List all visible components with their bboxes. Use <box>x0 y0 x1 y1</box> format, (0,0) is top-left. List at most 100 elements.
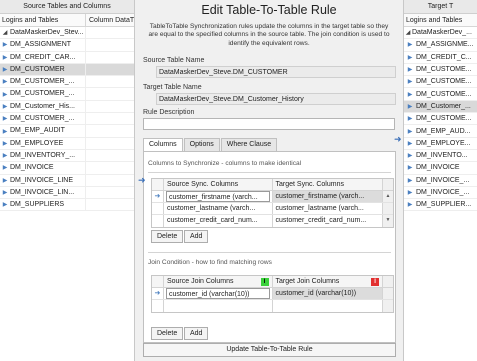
sync-source-cell[interactable]: customer_firstname (varch... <box>164 191 273 202</box>
expand-icon[interactable]: ▶ <box>404 152 416 159</box>
expand-icon[interactable]: ▶ <box>0 103 10 110</box>
target-key-icon[interactable]: I <box>371 278 380 286</box>
source-table-item[interactable]: ▶ DM_INVENTORY_... <box>0 149 134 163</box>
source-key-icon[interactable]: I <box>260 278 269 286</box>
expand-icon[interactable]: ▶ <box>404 177 416 184</box>
expand-icon[interactable]: ▶ <box>404 66 416 73</box>
expand-icon[interactable]: ▶ <box>404 41 416 48</box>
source-tree-root[interactable]: ◢ DataMaskerDev_Stev... <box>0 27 134 40</box>
target-table-item[interactable]: ▶ DM_INVOICE_... <box>404 175 477 187</box>
scrollbar-track[interactable] <box>383 179 393 190</box>
expand-icon[interactable]: ▶ <box>0 201 10 208</box>
expand-icon[interactable]: ▶ <box>404 78 416 85</box>
source-table-item[interactable]: ▶ DM_SUPPLIERS <box>0 199 134 212</box>
join-target-cell[interactable]: customer_id (varchar(10)) <box>272 288 384 299</box>
source-col-datatype-header[interactable]: Column DataT <box>86 14 134 26</box>
target-table-label: DM_SUPPLIER... <box>416 201 472 209</box>
expand-icon[interactable]: ▶ <box>404 103 416 110</box>
join-target-header[interactable]: Target Join Columns I <box>273 276 384 287</box>
source-table-item[interactable]: ▶ DM_Customer_His... <box>0 100 134 114</box>
table-row[interactable]: customer_lastname (varch... customer_las… <box>152 203 393 215</box>
table-row[interactable]: ➜ customer_firstname (varch... customer_… <box>152 191 393 203</box>
expand-icon[interactable]: ▶ <box>404 164 416 171</box>
edit-rule-dialog: Edit Table-To-Table Rule TableToTable Sy… <box>136 0 402 361</box>
expand-icon[interactable]: ▶ <box>0 140 10 147</box>
source-table-item[interactable]: ▶ DM_CUSTOMER_... <box>0 113 134 126</box>
source-table-item[interactable]: ▶ DM_EMP_AUDIT <box>0 125 134 138</box>
target-table-label: DM_INVOICE_... <box>416 176 470 184</box>
join-source-combo[interactable]: customer_id (varchar(10)) <box>165 288 270 299</box>
join-delete-button[interactable]: Delete <box>151 327 184 340</box>
expand-icon[interactable]: ▶ <box>0 54 10 61</box>
join-add-button[interactable]: Add <box>184 327 209 340</box>
expand-icon[interactable]: ▶ <box>0 115 10 122</box>
source-table-item[interactable]: ▶ DM_INVOICE <box>0 162 134 175</box>
source-table-item[interactable]: ▶ DM_CREDIT_CAR... <box>0 51 134 64</box>
expand-icon[interactable]: ▶ <box>404 115 416 122</box>
target-table-item[interactable]: ▶ DM_CUSTOME... <box>404 64 477 77</box>
table-row[interactable]: customer_credit_card_num... customer_cre… <box>152 215 393 227</box>
scroll-down-icon[interactable]: ▼ <box>383 215 393 227</box>
source-col-logins-header[interactable]: Logins and Tables <box>0 14 86 26</box>
expand-icon[interactable]: ▶ <box>0 152 10 159</box>
tab-columns[interactable]: Columns <box>143 138 183 152</box>
sync-target-cell[interactable]: customer_credit_card_num... <box>273 215 384 227</box>
expand-icon[interactable]: ▶ <box>0 189 10 196</box>
join-source-header[interactable]: Source Join Columns I <box>164 276 273 287</box>
target-table-item[interactable]: ▶ DM_INVOICE <box>404 162 477 175</box>
target-table-item[interactable]: ▶ DM_CUSTOME... <box>404 88 477 101</box>
target-table-item[interactable]: ▶ DM_CUSTOME... <box>404 113 477 126</box>
tab-options[interactable]: Options <box>183 138 220 151</box>
sync-add-button[interactable]: Add <box>184 230 209 243</box>
sync-source-header[interactable]: Source Sync. Columns <box>164 179 273 190</box>
sync-target-cell[interactable]: customer_lastname (varch... <box>273 203 384 214</box>
source-tables-panel: Source Tables and Columns Logins and Tab… <box>0 0 135 361</box>
expand-icon[interactable]: ▶ <box>404 189 416 196</box>
collapse-icon[interactable]: ◢ <box>0 29 10 36</box>
target-tree-root[interactable]: ◢ DataMaskerDev_... <box>404 27 477 40</box>
target-table-item[interactable]: ▶ DM_INVENTO... <box>404 150 477 163</box>
source-table-item[interactable]: ▶ DM_CUSTOMER_... <box>0 76 134 89</box>
scroll-up-icon[interactable]: ▲ <box>383 191 393 202</box>
target-table-item[interactable]: ▶ DM_EMPLOYE... <box>404 138 477 150</box>
expand-icon[interactable]: ▶ <box>404 128 416 135</box>
sync-target-header[interactable]: Target Sync. Columns <box>273 179 384 190</box>
source-table-item[interactable]: ▶ DM_ASSIGNMENT <box>0 39 134 52</box>
sync-source-cell[interactable]: customer_credit_card_num... <box>164 215 273 227</box>
source-table-item[interactable]: ▶ DM_CUSTOMER <box>0 63 134 77</box>
expand-icon[interactable]: ▶ <box>404 140 416 147</box>
target-table-item[interactable]: ▶ DM_ASSIGNME... <box>404 39 477 52</box>
target-table-item[interactable]: ▶ DM_CREDIT_C... <box>404 52 477 64</box>
target-table-item[interactable]: ▶ DM_Customer_... <box>404 100 477 114</box>
table-row[interactable]: ➜ customer_id (varchar(10)) customer_id … <box>152 288 393 300</box>
update-rule-button[interactable]: Update Table-To-Table Rule <box>143 343 396 357</box>
target-table-item[interactable]: ▶ DM_EMP_AUD... <box>404 125 477 138</box>
expand-icon[interactable]: ▶ <box>0 66 10 73</box>
expand-icon[interactable]: ▶ <box>404 91 416 98</box>
source-table-item[interactable]: ▶ DM_CUSTOMER_... <box>0 88 134 101</box>
sync-delete-button[interactable]: Delete <box>151 230 184 243</box>
rule-description-input[interactable] <box>143 118 395 130</box>
collapse-icon[interactable]: ◢ <box>404 29 412 36</box>
expand-icon[interactable]: ▶ <box>404 201 416 208</box>
sync-target-cell[interactable]: customer_firstname (varch... <box>272 191 384 202</box>
scrollbar-track[interactable] <box>383 276 393 287</box>
expand-icon[interactable]: ▶ <box>0 128 10 135</box>
expand-icon[interactable]: ▶ <box>0 177 10 184</box>
target-table-item[interactable]: ▶ DM_SUPPLIER... <box>404 199 477 212</box>
source-table-item[interactable]: ▶ DM_INVOICE_LIN... <box>0 186 134 200</box>
join-source-cell[interactable]: customer_id (varchar(10)) <box>164 288 273 299</box>
source-table-item[interactable]: ▶ DM_INVOICE_LINE <box>0 174 134 187</box>
target-col-logins-header[interactable]: Logins and Tables <box>404 14 477 26</box>
sync-source-cell[interactable]: customer_lastname (varch... <box>164 203 273 214</box>
target-table-item[interactable]: ▶ DM_INVOICE_... <box>404 187 477 200</box>
target-table-item[interactable]: ▶ DM_CUSTOME... <box>404 76 477 89</box>
source-table-item[interactable]: ▶ DM_EMPLOYEE <box>0 137 134 150</box>
expand-icon[interactable]: ▶ <box>0 78 10 85</box>
expand-icon[interactable]: ▶ <box>0 91 10 98</box>
sync-source-combo[interactable]: customer_firstname (varch... <box>165 191 270 202</box>
tab-where-clause[interactable]: Where Clause <box>220 138 278 151</box>
expand-icon[interactable]: ▶ <box>0 164 10 171</box>
expand-icon[interactable]: ▶ <box>0 41 10 48</box>
expand-icon[interactable]: ▶ <box>404 54 416 61</box>
